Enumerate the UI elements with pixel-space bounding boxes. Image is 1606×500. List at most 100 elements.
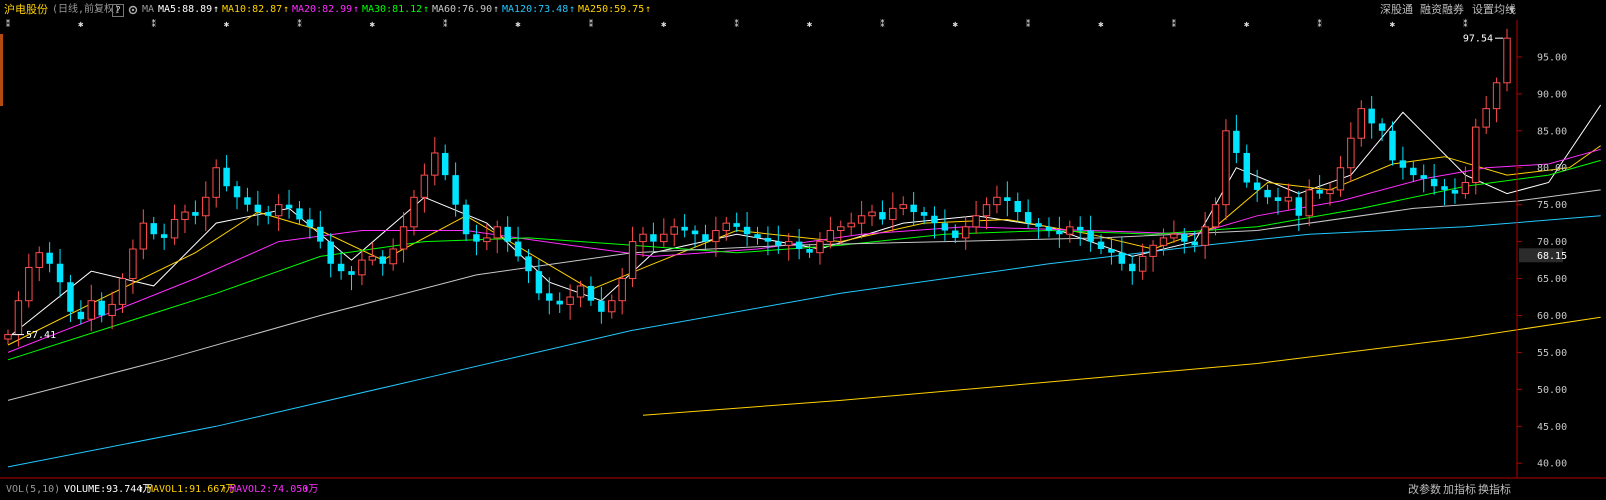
candle: [327, 233, 334, 278]
candle: [1264, 184, 1271, 205]
candle: [691, 225, 699, 248]
info-marker-icon[interactable]: ⁑: [151, 18, 156, 30]
candle: [1357, 100, 1365, 147]
ma-lines: [7, 104, 1602, 468]
candle: [129, 239, 137, 294]
candle: [358, 250, 366, 286]
info-marker-icon[interactable]: ✱: [1390, 20, 1396, 30]
y-tick-label: 95.00: [1537, 52, 1567, 63]
info-marker-icon[interactable]: ⁑: [1026, 18, 1031, 30]
candle: [379, 250, 386, 276]
candle: [785, 233, 793, 261]
candle: [1430, 163, 1438, 195]
candle: [868, 204, 876, 226]
kline-chart[interactable]: ⁑ ✱ ⁑ ✱ ⁑ ✱ ⁑ ✱ ⁑ ✱ ⁑ ✱ ⁑ ✱ ⁑ ✱ ⁑ ✱ ⁑ ✱ ⁑ 97.54 57.41 95.00 90…: [0, 0, 1606, 500]
y-tick-label: 80.00: [1537, 163, 1567, 174]
candle: [618, 268, 626, 315]
candle: [806, 243, 813, 258]
candle: [317, 210, 324, 249]
candle: [1129, 255, 1136, 285]
candle: [420, 163, 429, 213]
info-marker-icon[interactable]: ✱: [661, 20, 667, 30]
ma-line-ma20: [7, 148, 1601, 353]
info-marker-icon[interactable]: ✱: [224, 20, 230, 30]
info-marker-icon[interactable]: ⁑: [880, 18, 885, 30]
y-tick-label: 55.00: [1537, 348, 1567, 359]
ma-line-ma30: [7, 159, 1601, 361]
candle: [1420, 164, 1427, 193]
left-edge-marker: [0, 34, 3, 106]
switch-indicator-button[interactable]: 换指标: [1478, 480, 1511, 500]
candle: [108, 291, 116, 330]
candle: [1066, 220, 1074, 243]
candle: [244, 187, 251, 212]
candle: [1087, 215, 1094, 252]
candle: [1149, 240, 1157, 272]
change-params-button[interactable]: 改参数: [1408, 480, 1441, 500]
info-marker-icon[interactable]: ✱: [953, 20, 959, 30]
candle: [1305, 179, 1313, 226]
info-marker-icon[interactable]: ⁑: [6, 18, 11, 30]
candle: [1503, 28, 1511, 92]
info-marker-icon[interactable]: ⁑: [1317, 18, 1322, 30]
candle: [993, 185, 1001, 214]
info-marker-icon[interactable]: ✱: [807, 20, 813, 30]
info-marker-icon[interactable]: ⁑: [1172, 18, 1177, 30]
candle: [441, 144, 449, 181]
candle: [4, 329, 12, 345]
candle: [410, 189, 418, 236]
candle: [1045, 217, 1053, 238]
info-marker-icon[interactable]: ✱: [1244, 20, 1250, 30]
candle: [1233, 114, 1240, 164]
y-tick-label: 90.00: [1537, 89, 1567, 100]
candle: [1284, 183, 1293, 210]
candle: [473, 224, 480, 256]
candle: [972, 200, 980, 234]
candle: [847, 212, 855, 236]
price-axis: 95.00 90.00 85.00 80.00 75.00 70.00 65.00 60.00…: [1517, 52, 1567, 470]
candle: [702, 224, 709, 251]
candle: [1410, 161, 1417, 182]
candle: [1472, 118, 1480, 195]
candle: [1492, 77, 1501, 123]
candle: [660, 218, 668, 247]
y-tick-label: 70.00: [1537, 237, 1567, 248]
candle: [795, 228, 803, 260]
up-arrow-icon: ↑: [138, 484, 145, 495]
info-marker-icon[interactable]: ✱: [515, 20, 521, 30]
candle: [816, 232, 824, 265]
ma-line-ma120: [7, 215, 1601, 468]
candle: [598, 286, 605, 324]
candle: [77, 300, 85, 325]
candle: [1336, 156, 1345, 197]
candle: [504, 216, 511, 252]
ma-line-ma5: [7, 104, 1602, 338]
candle: [910, 191, 917, 226]
candle: [857, 200, 866, 239]
candle: [1274, 187, 1282, 215]
candle: [931, 206, 938, 239]
y-tick-label: 75.00: [1537, 200, 1567, 211]
info-marker-icon[interactable]: ✱: [78, 20, 84, 30]
candle: [1014, 192, 1021, 223]
info-marker-icon[interactable]: ⁑: [1463, 18, 1468, 30]
high-label: 97.54: [1463, 34, 1493, 45]
info-marker-icon[interactable]: ✱: [1098, 20, 1104, 30]
y-tick-label: 50.00: [1537, 385, 1567, 396]
info-marker-icon[interactable]: ⁑: [734, 18, 739, 30]
info-marker-icon[interactable]: ⁑: [297, 18, 302, 30]
candle: [826, 216, 835, 249]
candle: [556, 292, 563, 313]
info-marker-icon[interactable]: ⁑: [443, 18, 448, 30]
info-marker-icon[interactable]: ✱: [370, 20, 376, 30]
add-indicator-button[interactable]: 加指标: [1443, 480, 1476, 500]
candle: [1243, 144, 1250, 188]
candle: [348, 265, 355, 291]
candle: [628, 226, 637, 288]
candle: [192, 200, 199, 225]
info-marker-icon[interactable]: ⁑: [589, 18, 594, 30]
candle: [754, 226, 761, 245]
up-arrow-icon: ↑: [303, 484, 310, 495]
candle: [25, 253, 33, 308]
candle: [1399, 146, 1407, 180]
